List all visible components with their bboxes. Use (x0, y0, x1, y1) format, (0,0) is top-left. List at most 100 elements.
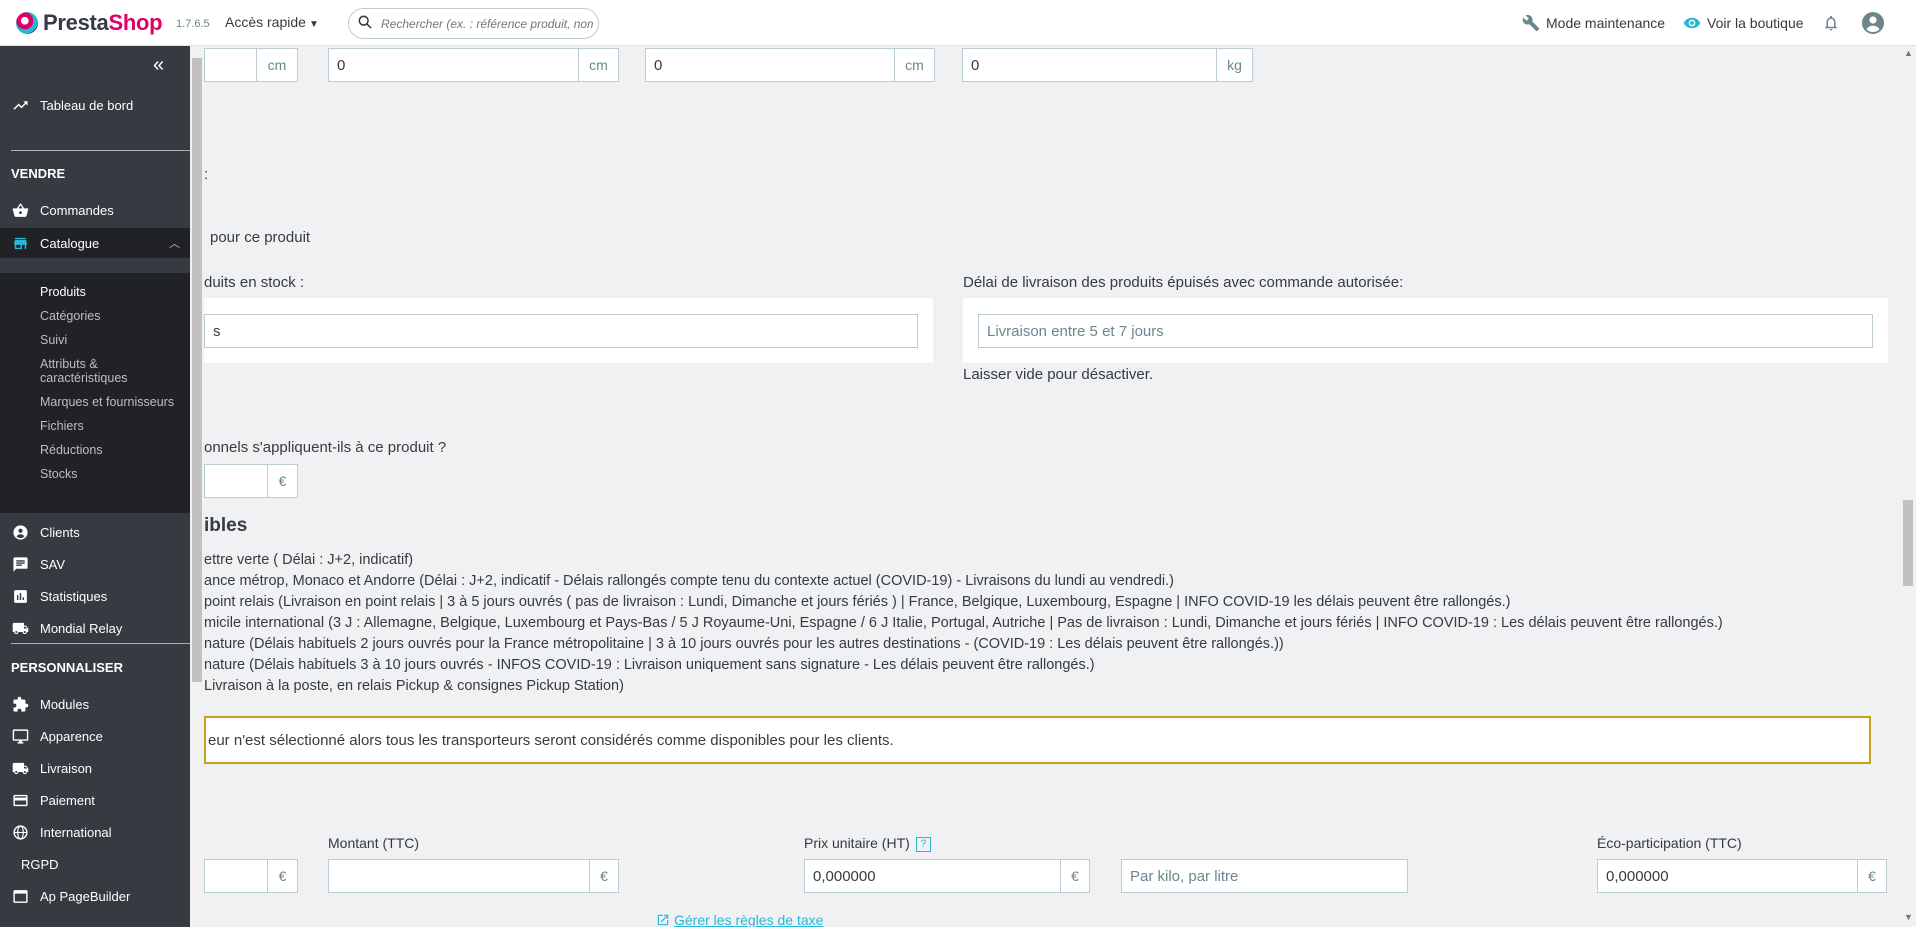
prestashop-logo[interactable]: PrestaShop (16, 10, 163, 36)
bar-chart-icon (0, 588, 40, 605)
version-label: 1.7.6.5 (176, 18, 210, 30)
sidebar-label: SAV (40, 556, 66, 572)
sidebar-label: Mondial Relay (40, 620, 123, 636)
submenu-item-attributes[interactable]: Attributs & caractéristiques (40, 357, 128, 385)
view-shop-label: Voir la boutique (1707, 15, 1804, 31)
unit-type-input[interactable]: Par kilo, par litre (1121, 859, 1408, 893)
notifications-bell-icon[interactable] (1822, 13, 1840, 33)
brand-text-shop: Shop (108, 10, 163, 35)
sidebar-item-pagebuilder[interactable]: Ap PageBuilder (0, 881, 190, 911)
submenu-item-tracking[interactable]: Suivi (40, 333, 67, 347)
amount-ttc-input[interactable] (328, 859, 590, 893)
product-shipping-form: cm 0 cm 0 cm 0 kg : pour ce produit duit… (204, 46, 1900, 927)
ecotax-input[interactable] (204, 859, 268, 893)
tax-rules-label: Gérer les règles de taxe (674, 912, 824, 927)
sidebar-item-dashboard[interactable]: Tableau de bord (0, 90, 190, 120)
unit-addon-cm: cm (895, 48, 935, 82)
puzzle-icon (0, 696, 40, 713)
quick-access-dropdown[interactable]: Accès rapide ▼ (225, 14, 319, 30)
carrier-option[interactable]: Livraison à la poste, en relais Pickup &… (204, 678, 624, 694)
sidebar-item-orders[interactable]: Commandes (0, 195, 190, 225)
eco-participation-input[interactable]: 0,000000 (1597, 859, 1858, 893)
in-stock-delay-label: duits en stock : (204, 274, 305, 291)
sidebar-item-modules[interactable]: Modules (0, 689, 190, 719)
submenu-item-files[interactable]: Fichiers (40, 419, 84, 433)
sidebar-item-payment[interactable]: Paiement (0, 785, 190, 815)
caret-down-icon: ▼ (308, 19, 319, 30)
scroll-up-arrow-icon[interactable]: ▲ (1904, 48, 1913, 58)
sidebar-label: Commandes (40, 202, 114, 218)
submenu-item-brands[interactable]: Marques et fournisseurs (40, 395, 174, 409)
collapse-sidebar-icon[interactable]: « (153, 54, 164, 77)
manage-tax-rules-link[interactable]: Gérer les règles de taxe (656, 912, 823, 927)
unit-price-label-text: Prix unitaire (HT) (804, 835, 910, 851)
carrier-option[interactable]: nature (Délais habituels 3 à 10 jours ou… (204, 657, 1095, 673)
carrier-option[interactable]: micile international (3 J : Allemagne, B… (204, 615, 1723, 631)
quick-access-label: Accès rapide (225, 14, 306, 30)
search-icon (358, 15, 372, 29)
carrier-option[interactable]: ance métrop, Monaco et Andorre (Délai : … (204, 573, 1174, 589)
page-scroll-thumb[interactable] (1903, 500, 1913, 586)
sidebar-label: Apparence (40, 728, 103, 744)
scroll-down-arrow-icon[interactable]: ▼ (1904, 912, 1913, 922)
credit-card-icon (0, 792, 40, 809)
account-circle-icon (0, 524, 40, 541)
carrier-option[interactable]: nature (Délais habituels 2 jours ouvrés … (204, 636, 1284, 652)
sidebar-label: Modules (40, 696, 90, 712)
submenu-label: Attributs & (40, 357, 98, 371)
sidebar-item-international[interactable]: International (0, 817, 190, 847)
prestashop-logo-icon (16, 12, 38, 34)
carrier-option[interactable]: point relais (Livraison en point relais … (204, 594, 1510, 610)
eco-participation-label: Éco-participation (TTC) (1597, 835, 1742, 851)
sidebar-label: Clients (40, 524, 80, 540)
top-header: PrestaShop 1.7.6.5 Accès rapide▼ Mode ma… (0, 0, 1916, 46)
submenu-item-categories[interactable]: Catégories (40, 309, 100, 323)
delivery-option-label: pour ce produit (210, 229, 311, 246)
submenu-item-stocks[interactable]: Stocks (40, 467, 78, 481)
sidebar-label: Ap PageBuilder (40, 888, 131, 904)
currency-addon: € (1061, 859, 1090, 893)
sidebar-item-appearance[interactable]: Apparence (0, 721, 190, 751)
sidebar-item-mondial-relay[interactable]: Mondial Relay (0, 613, 190, 643)
unit-addon-kg: kg (1217, 48, 1253, 82)
chevron-up-icon: ︿ (169, 238, 180, 250)
chat-icon (0, 556, 40, 573)
in-stock-delay-input[interactable]: s (204, 314, 918, 348)
page-scrollbar[interactable]: ▲ ▼ (1900, 46, 1916, 927)
width-input[interactable] (204, 48, 257, 82)
sidebar-item-clients[interactable]: Clients (0, 517, 190, 547)
additional-fees-input[interactable] (204, 464, 268, 498)
sidebar-item-shipping[interactable]: Livraison (0, 753, 190, 783)
truck-icon (0, 760, 40, 777)
unit-price-label: Prix unitaire (HT)? (804, 835, 931, 852)
unit-price-input[interactable]: 0,000000 (804, 859, 1061, 893)
help-icon[interactable]: ? (915, 836, 931, 852)
weight-input[interactable]: 0 (962, 48, 1217, 82)
eye-icon (1683, 17, 1701, 29)
depth-input[interactable]: 0 (645, 48, 895, 82)
sidebar-divider (11, 150, 190, 151)
catalog-submenu: Produits Catégories Suivi Attributs & car… (0, 273, 190, 513)
maintenance-mode-link[interactable]: Mode maintenance (1522, 14, 1665, 32)
sidebar-item-catalog[interactable]: Catalogue ︿ (0, 228, 190, 258)
sidebar-item-rgpd[interactable]: RGPD (0, 849, 190, 879)
submenu-item-products[interactable]: Produits (40, 285, 86, 299)
currency-addon: € (268, 859, 298, 893)
carrier-option[interactable]: ettre verte ( Délai : J+2, indicatif) (204, 552, 413, 568)
search-input[interactable] (381, 14, 593, 34)
out-of-stock-delay-input[interactable]: Livraison entre 5 et 7 jours (978, 314, 1873, 348)
carriers-title: ibles (204, 515, 248, 536)
view-shop-link[interactable]: Voir la boutique (1683, 14, 1804, 32)
currency-addon: € (590, 859, 619, 893)
unit-addon-cm: cm (257, 48, 298, 82)
height-input[interactable]: 0 (328, 48, 579, 82)
sidebar-scrollbar[interactable] (190, 46, 204, 927)
sidebar-item-sav[interactable]: SAV (0, 549, 190, 579)
sidebar-label: Paiement (40, 792, 95, 808)
sidebar-scroll-thumb[interactable] (192, 58, 202, 682)
window-icon (0, 888, 40, 905)
search-box[interactable] (348, 8, 599, 39)
submenu-item-discounts[interactable]: Réductions (40, 443, 103, 457)
sidebar-item-stats[interactable]: Statistiques (0, 581, 190, 611)
user-account-icon[interactable] (1861, 11, 1885, 35)
